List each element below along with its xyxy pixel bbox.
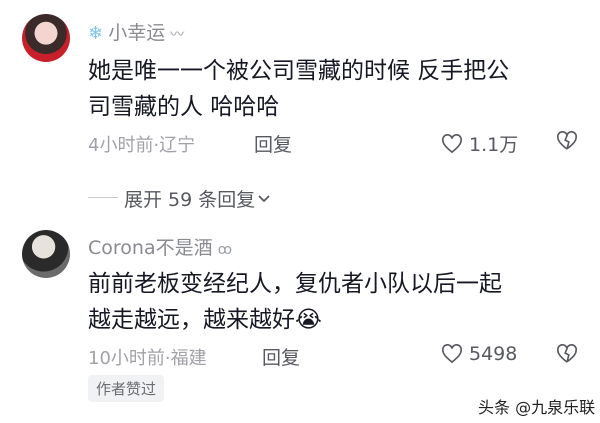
watermark: 头条 @九泉乐联 [478, 398, 596, 417]
user-badge: 〰 [170, 27, 185, 43]
like-button[interactable]: 5498 [441, 343, 517, 365]
comment-text-line: 司雪藏的人 哈哈哈 [88, 94, 280, 120]
chevron-down-icon [258, 194, 270, 202]
comment-content: 她是唯一一个被公司雪藏的时候 反手把公 司雪藏的人 哈哈哈 [88, 53, 598, 125]
comment-text-line: 她是唯一一个被公司雪藏的时候 反手把公 [88, 58, 510, 84]
snowflake-icon: ❄ [88, 23, 104, 44]
like-count: 1.1万 [469, 134, 519, 156]
username-text: 小幸运 [108, 22, 166, 44]
expand-replies-label: 展开 59 条回复 [124, 189, 256, 211]
comment-username[interactable]: ❄ 小幸运 〰 [88, 18, 184, 45]
dislike-icon[interactable] [556, 131, 578, 151]
like-count: 5498 [469, 343, 518, 365]
username-text: Corona不是酒 [88, 237, 213, 259]
user-badge: ꝏ [217, 242, 232, 258]
crying-emoji-icon: 😭 [295, 307, 322, 333]
avatar[interactable] [22, 230, 70, 278]
comment-meta: 4小时前·辽宁 [88, 135, 196, 156]
comment-text-line: 前前老板变经纪人，复仇者小队以后一起 [88, 271, 502, 297]
divider [88, 197, 118, 198]
comment-meta: 10小时前·福建 [88, 348, 207, 369]
expand-replies-button[interactable]: 展开 59 条回复 [124, 185, 271, 212]
dislike-icon[interactable] [556, 344, 578, 364]
reply-button[interactable]: 回复 [262, 343, 300, 370]
reply-button[interactable]: 回复 [254, 130, 292, 157]
heart-icon [442, 133, 462, 153]
comment-content: 前前老板变经纪人，复仇者小队以后一起 越走越远，越来越好😭 [88, 266, 598, 338]
author-liked-tag: 作者赞过 [88, 375, 165, 402]
avatar[interactable] [22, 14, 70, 62]
comment-text-line: 越走越远，越来越好 [88, 307, 295, 333]
like-button[interactable]: 1.1万 [441, 130, 518, 157]
comment-username[interactable]: Corona不是酒 ꝏ [88, 233, 232, 260]
heart-icon [442, 344, 462, 364]
